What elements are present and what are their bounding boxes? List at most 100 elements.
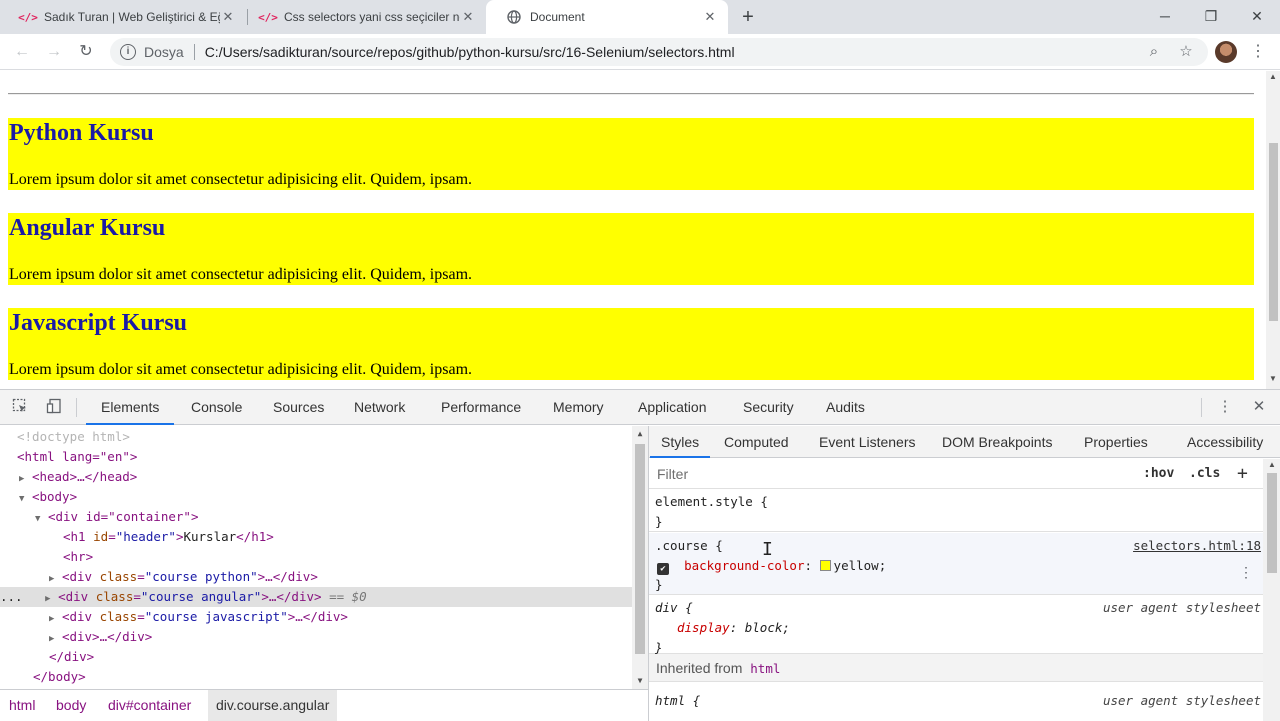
checkbox-checked-icon[interactable]: ✔: [657, 563, 669, 575]
close-icon[interactable]: ✕: [702, 9, 718, 25]
rule-menu-icon[interactable]: ⋮: [1239, 565, 1253, 581]
styles-filter-input[interactable]: [653, 463, 1131, 485]
dom-doctype[interactable]: <!doctype html>: [17, 427, 648, 447]
tab-sources[interactable]: Sources: [273, 390, 324, 425]
course-text: Lorem ipsum dolor sit amet consectetur a…: [9, 171, 473, 188]
forward-arrow-icon[interactable]: →: [43, 41, 65, 63]
tab-styles[interactable]: Styles: [650, 426, 711, 458]
devtools-close-icon[interactable]: ✕: [1250, 398, 1268, 416]
tab-performance[interactable]: Performance: [441, 390, 521, 425]
color-swatch[interactable]: [819, 560, 831, 571]
tab-security[interactable]: Security: [743, 390, 794, 425]
crumb-body[interactable]: body: [56, 690, 86, 721]
breadcrumb: html body div#container div.course.angul…: [0, 689, 648, 721]
collapse-triangle-icon[interactable]: ▼: [35, 514, 40, 524]
tab-elements[interactable]: Elements: [86, 390, 175, 425]
crumb-html[interactable]: html: [9, 690, 35, 721]
tab-computed[interactable]: Computed: [724, 426, 789, 458]
dom-html[interactable]: <html lang="en">: [17, 447, 648, 467]
rule-selector: html {: [655, 693, 701, 708]
dom-body[interactable]: ▼ <body>: [19, 487, 648, 507]
scroll-up-arrow-icon[interactable]: ▲: [1263, 459, 1280, 471]
course-title: Python Kursu: [9, 120, 154, 146]
avatar[interactable]: [1215, 41, 1237, 63]
tab-audits[interactable]: Audits: [826, 390, 865, 425]
scroll-up-arrow-icon[interactable]: ▲: [632, 428, 648, 440]
reload-icon[interactable]: ↻: [75, 41, 97, 63]
scrollbar-thumb[interactable]: [1267, 473, 1277, 573]
hov-toggle[interactable]: :hov: [1143, 459, 1174, 489]
close-icon[interactable]: ✕: [220, 9, 236, 25]
expand-triangle-icon[interactable]: ▶: [49, 574, 54, 584]
expand-triangle-icon[interactable]: ▶: [45, 594, 50, 604]
scrollbar-thumb[interactable]: [635, 444, 645, 654]
tab-console[interactable]: Console: [191, 390, 242, 425]
course-javascript: Javascript Kursu Lorem ipsum dolor sit a…: [8, 308, 1254, 380]
tab-accessibility[interactable]: Accessibility: [1187, 426, 1263, 458]
gutter-dots: ...: [0, 589, 23, 604]
tab-properties[interactable]: Properties: [1084, 426, 1148, 458]
address-url[interactable]: C:/Users/sadikturan/source/repos/github/…: [205, 44, 735, 60]
dom-head[interactable]: ▶ <head>…</head>: [19, 467, 648, 487]
dom-div-plain[interactable]: ▶ <div>…</div>: [49, 627, 648, 647]
scroll-down-arrow-icon[interactable]: ▼: [632, 675, 648, 687]
inherited-label: Inherited from: [656, 660, 743, 676]
rule-selector[interactable]: element.style {: [655, 492, 768, 512]
inherited-header: Inherited from html: [649, 654, 1263, 682]
styles-filter-row: :hov .cls +: [649, 459, 1263, 489]
restore-icon[interactable]: ❐: [1201, 6, 1221, 26]
address-separator: [193, 44, 195, 60]
scrollbar-thumb[interactable]: [1269, 143, 1278, 321]
window-close-icon[interactable]: ✕: [1247, 6, 1267, 26]
device-toolbar-icon[interactable]: [45, 398, 63, 416]
page-scrollbar[interactable]: ▲ ▼: [1266, 71, 1280, 389]
scroll-up-arrow-icon[interactable]: ▲: [1266, 71, 1280, 83]
crumb-course-angular[interactable]: div.course.angular: [208, 690, 338, 721]
expand-triangle-icon[interactable]: ▶: [49, 614, 54, 624]
dom-div-javascript[interactable]: ▶ <div class="course javascript">…</div>: [49, 607, 648, 627]
course-title: Javascript Kursu: [9, 310, 188, 336]
new-rule-plus-icon[interactable]: +: [1237, 459, 1248, 489]
expand-triangle-icon[interactable]: ▶: [49, 634, 54, 644]
inherited-tag[interactable]: html: [750, 661, 780, 676]
tab-network[interactable]: Network: [354, 390, 405, 425]
chrome-menu-icon[interactable]: ⋮: [1250, 41, 1266, 63]
cls-toggle[interactable]: .cls: [1189, 459, 1220, 489]
tab-application[interactable]: Application: [638, 390, 707, 425]
rule-div-ua: div { user agent stylesheet display: blo…: [649, 596, 1263, 655]
address-bar[interactable]: i Dosya C:/Users/sadikturan/source/repos…: [110, 38, 1208, 66]
elements-scrollbar[interactable]: ▲ ▼: [632, 426, 648, 689]
back-arrow-icon[interactable]: ←: [11, 41, 33, 63]
close-icon[interactable]: ✕: [460, 9, 476, 25]
dom-div-python[interactable]: ▶ <div class="course python">…</div>: [49, 567, 648, 587]
page-viewport: Python Kursu Lorem ipsum dolor sit amet …: [0, 71, 1266, 389]
dom-hr[interactable]: <hr>: [63, 547, 648, 567]
new-tab-button[interactable]: +: [738, 6, 758, 28]
tab-css-selectors[interactable]: </> Css selectors yani css seçiciler ne …: [240, 0, 486, 34]
minimize-icon[interactable]: ─: [1155, 6, 1175, 26]
collapse-triangle-icon[interactable]: ▼: [19, 494, 24, 504]
tab-dom-breakpoints[interactable]: DOM Breakpoints: [942, 426, 1052, 458]
expand-triangle-icon[interactable]: ▶: [19, 474, 24, 484]
devtools-tabbar: Elements Console Sources Network Perform…: [0, 390, 1280, 425]
info-icon[interactable]: i: [120, 44, 136, 60]
tab-title: Document: [530, 10, 585, 24]
inspect-element-icon[interactable]: [11, 398, 29, 416]
dom-body-close[interactable]: </body>: [33, 667, 648, 687]
tab-event-listeners[interactable]: Event Listeners: [819, 426, 916, 458]
bookmark-star-icon[interactable]: ☆: [1176, 42, 1196, 62]
dom-div-angular[interactable]: ... ▶ <div class="course angular">…</div…: [0, 587, 632, 607]
dom-h1[interactable]: <h1 id="header">Kurslar</h1>: [63, 527, 648, 547]
crumb-container[interactable]: div#container: [108, 690, 191, 721]
tab-document[interactable]: Document ✕: [486, 0, 728, 34]
rule-source-link[interactable]: selectors.html:18: [1133, 536, 1261, 556]
rule-selector[interactable]: .course {: [655, 536, 723, 556]
devtools-menu-icon[interactable]: ⋮: [1216, 398, 1234, 416]
dom-div-close[interactable]: </div>: [49, 647, 648, 667]
tab-sadik-turan[interactable]: </> Sadık Turan | Web Geliştirici & Eğ ✕: [0, 0, 246, 34]
dom-container[interactable]: ▼ <div id="container">: [35, 507, 648, 527]
tab-memory[interactable]: Memory: [553, 390, 604, 425]
scroll-down-arrow-icon[interactable]: ▼: [1266, 373, 1280, 385]
styles-scrollbar[interactable]: ▲: [1263, 459, 1280, 721]
zoom-icon[interactable]: ⌕: [1144, 42, 1164, 62]
